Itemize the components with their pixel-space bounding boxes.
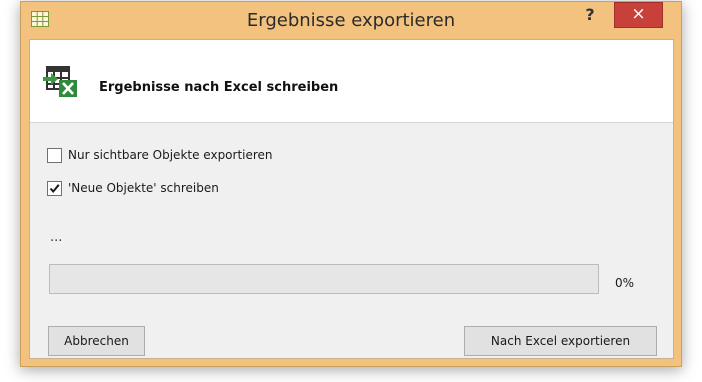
- export-button[interactable]: Nach Excel exportieren: [464, 326, 657, 356]
- new-objects-checkbox[interactable]: 'Neue Objekte' schreiben: [47, 179, 219, 197]
- progress-bar: [49, 264, 599, 294]
- export-dialog: Ergebnisse exportieren ? × Ergebnisse na…: [20, 1, 682, 367]
- title-bar[interactable]: Ergebnisse exportieren ? ×: [21, 2, 681, 40]
- close-icon: ×: [631, 4, 646, 24]
- help-icon: ?: [585, 5, 595, 24]
- dialog-header: Ergebnisse nach Excel schreiben: [30, 40, 673, 123]
- new-objects-label: 'Neue Objekte' schreiben: [68, 181, 219, 195]
- excel-export-icon: [42, 66, 80, 98]
- dialog-body: Ergebnisse nach Excel schreiben Nur sich…: [29, 39, 674, 359]
- checkbox-checked[interactable]: [47, 180, 62, 196]
- visible-objects-label: Nur sichtbare Objekte exportieren: [68, 148, 273, 162]
- progress-percent: 0%: [615, 276, 635, 290]
- cancel-button[interactable]: Abbrechen: [48, 326, 145, 356]
- visible-objects-checkbox[interactable]: Nur sichtbare Objekte exportieren: [47, 146, 273, 164]
- header-title: Ergebnisse nach Excel schreiben: [99, 80, 339, 95]
- close-button[interactable]: ×: [614, 2, 663, 28]
- status-text: ...: [50, 230, 63, 245]
- checkbox-unchecked[interactable]: [47, 147, 62, 163]
- help-button[interactable]: ?: [579, 4, 601, 26]
